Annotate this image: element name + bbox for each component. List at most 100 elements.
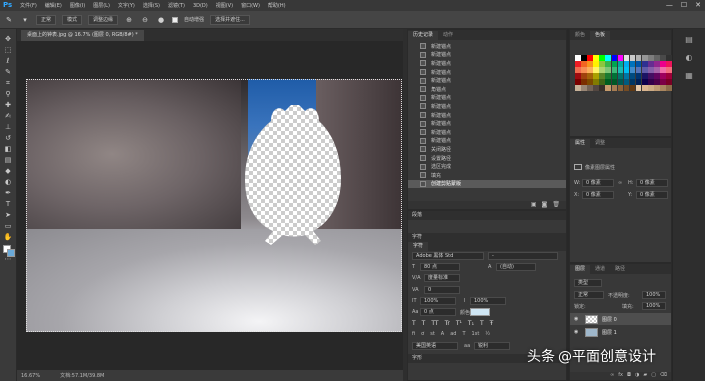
color-swatch[interactable] bbox=[617, 67, 624, 73]
menu-file[interactable]: 文件(F) bbox=[20, 2, 37, 9]
color-swatch[interactable] bbox=[648, 55, 654, 61]
color-swatch[interactable] bbox=[599, 73, 605, 79]
color-swatch[interactable] bbox=[593, 67, 599, 73]
link-icon[interactable]: ∞ bbox=[618, 180, 622, 186]
history-item[interactable]: 创建剪贴蒙版 bbox=[408, 179, 566, 189]
menu-3d[interactable]: 3D(D) bbox=[193, 3, 208, 9]
history-item[interactable]: 新建锚点 bbox=[408, 94, 566, 103]
hand-tool-icon[interactable]: ✋ bbox=[2, 232, 15, 242]
opentype-a-icon[interactable]: A bbox=[441, 331, 444, 337]
history-item[interactable]: 选区完成 bbox=[408, 162, 566, 171]
color-swatch[interactable] bbox=[581, 79, 587, 85]
history-item[interactable]: 新建锚点 bbox=[408, 128, 566, 137]
chevron-down-icon[interactable]: ▾ bbox=[20, 15, 30, 25]
folder-icon[interactable]: ▰ bbox=[643, 372, 647, 380]
color-swatch[interactable] bbox=[587, 73, 593, 79]
blur-tool-icon[interactable]: ◆ bbox=[2, 166, 15, 176]
mode-label[interactable]: 模式 bbox=[62, 14, 83, 25]
kerning-field[interactable]: 度量标准 bbox=[424, 274, 460, 282]
brush-tool-icon[interactable]: ✍ bbox=[2, 111, 15, 121]
history-item[interactable]: 新建锚点 bbox=[408, 102, 566, 111]
small-caps-button[interactable]: Tr bbox=[445, 320, 450, 327]
color-swatch[interactable] bbox=[611, 85, 618, 91]
dodge-tool-icon[interactable]: ◐ bbox=[2, 177, 15, 187]
color-swatch[interactable] bbox=[623, 73, 630, 79]
color-swatch[interactable] bbox=[575, 61, 581, 67]
history-item[interactable]: 填充 bbox=[408, 171, 566, 180]
color-swatch[interactable] bbox=[654, 67, 660, 73]
path-select-tool-icon[interactable]: ➤ bbox=[2, 210, 15, 220]
history-brush-icon[interactable]: ↺ bbox=[2, 133, 15, 143]
tab-paths[interactable]: 路径 bbox=[610, 265, 630, 274]
color-swatch[interactable] bbox=[635, 55, 642, 61]
brush-add-icon[interactable]: ⊕ bbox=[124, 15, 134, 25]
history-item[interactable]: 新建锚点 bbox=[408, 42, 566, 51]
trash-icon[interactable]: ⌫ bbox=[660, 372, 667, 380]
color-swatch[interactable] bbox=[629, 67, 636, 73]
color-swatch[interactable] bbox=[587, 55, 593, 61]
color-swatch[interactable] bbox=[605, 67, 611, 73]
color-swatch[interactable] bbox=[623, 67, 630, 73]
opentype-fi-icon[interactable]: fi bbox=[412, 331, 415, 337]
color-swatch[interactable] bbox=[581, 67, 587, 73]
type-tool-icon[interactable]: T bbox=[2, 199, 15, 209]
menu-edit[interactable]: 编辑(E) bbox=[45, 2, 62, 9]
history-item[interactable]: 新建锚点 bbox=[408, 111, 566, 120]
color-swatch[interactable] bbox=[575, 73, 581, 79]
subscript-button[interactable]: T₁ bbox=[468, 320, 474, 327]
anti-alias-select[interactable]: 锐利 bbox=[474, 342, 510, 350]
color-swatch[interactable] bbox=[648, 85, 654, 91]
color-swatch[interactable] bbox=[642, 55, 648, 61]
color-swatch[interactable] bbox=[642, 73, 648, 79]
canvas-area[interactable] bbox=[17, 41, 403, 370]
color-swatch[interactable] bbox=[611, 67, 618, 73]
stamp-tool-icon[interactable]: ⊥ bbox=[2, 122, 15, 132]
color-swatch[interactable] bbox=[611, 73, 618, 79]
color-swatch[interactable] bbox=[599, 79, 605, 85]
language-select[interactable]: 美国英语 bbox=[412, 342, 458, 350]
color-swatch[interactable] bbox=[611, 79, 618, 85]
color-swatch[interactable] bbox=[635, 73, 642, 79]
color-swatch[interactable] bbox=[593, 85, 599, 91]
color-swatch[interactable] bbox=[593, 61, 599, 67]
tab-color[interactable]: 颜色 bbox=[570, 31, 590, 40]
color-swatch[interactable] bbox=[593, 73, 599, 79]
opentype-1st-icon[interactable]: 1st bbox=[472, 331, 480, 337]
new-layer-icon[interactable]: ▢ bbox=[651, 372, 656, 380]
faux-bold-button[interactable]: T bbox=[412, 320, 416, 327]
color-swatch[interactable] bbox=[575, 55, 581, 61]
mask-icon[interactable]: ◘ bbox=[627, 372, 631, 380]
color-swatch[interactable] bbox=[623, 79, 630, 85]
marquee-tool-icon[interactable]: ⬚ bbox=[2, 45, 15, 55]
gradient-tool-icon[interactable]: ▤ bbox=[2, 155, 15, 165]
color-swatch[interactable] bbox=[654, 79, 660, 85]
layer-filter-select[interactable]: 类型 bbox=[574, 279, 602, 287]
history-item[interactable]: 新建锚点 bbox=[408, 59, 566, 68]
color-swatch[interactable] bbox=[654, 55, 660, 61]
color-swatch[interactable] bbox=[629, 61, 636, 67]
character-section-header[interactable]: 字符 bbox=[408, 233, 566, 242]
color-swatch[interactable] bbox=[660, 85, 666, 91]
color-swatch[interactable] bbox=[605, 55, 611, 61]
font-family-select[interactable]: Adobe 黑体 Std bbox=[412, 252, 484, 260]
menu-select[interactable]: 选择(S) bbox=[143, 2, 160, 9]
color-swatch[interactable] bbox=[635, 67, 642, 73]
color-swatch[interactable] bbox=[605, 73, 611, 79]
tab-actions[interactable]: 动作 bbox=[438, 31, 458, 40]
menu-filter[interactable]: 滤镜(T) bbox=[168, 2, 185, 9]
link-icon[interactable]: ∞ bbox=[610, 372, 614, 380]
fx-icon[interactable]: fx bbox=[618, 372, 623, 380]
superscript-button[interactable]: T¹ bbox=[456, 320, 462, 327]
fill-field[interactable]: 100% bbox=[642, 302, 666, 310]
history-item[interactable]: 新建锚点 bbox=[408, 137, 566, 146]
color-swatch[interactable] bbox=[635, 85, 642, 91]
camera-icon[interactable]: ◙ bbox=[542, 201, 548, 209]
brush-subtract-icon[interactable]: ⊖ bbox=[140, 15, 150, 25]
color-swatch[interactable] bbox=[581, 85, 587, 91]
maximize-button[interactable]: ☐ bbox=[681, 1, 687, 9]
menu-help[interactable]: 帮助(H) bbox=[268, 2, 286, 9]
color-swatch[interactable] bbox=[629, 79, 636, 85]
tab-channels[interactable]: 通道 bbox=[590, 265, 610, 274]
color-swatch[interactable] bbox=[648, 61, 654, 67]
color-swatch[interactable] bbox=[593, 79, 599, 85]
